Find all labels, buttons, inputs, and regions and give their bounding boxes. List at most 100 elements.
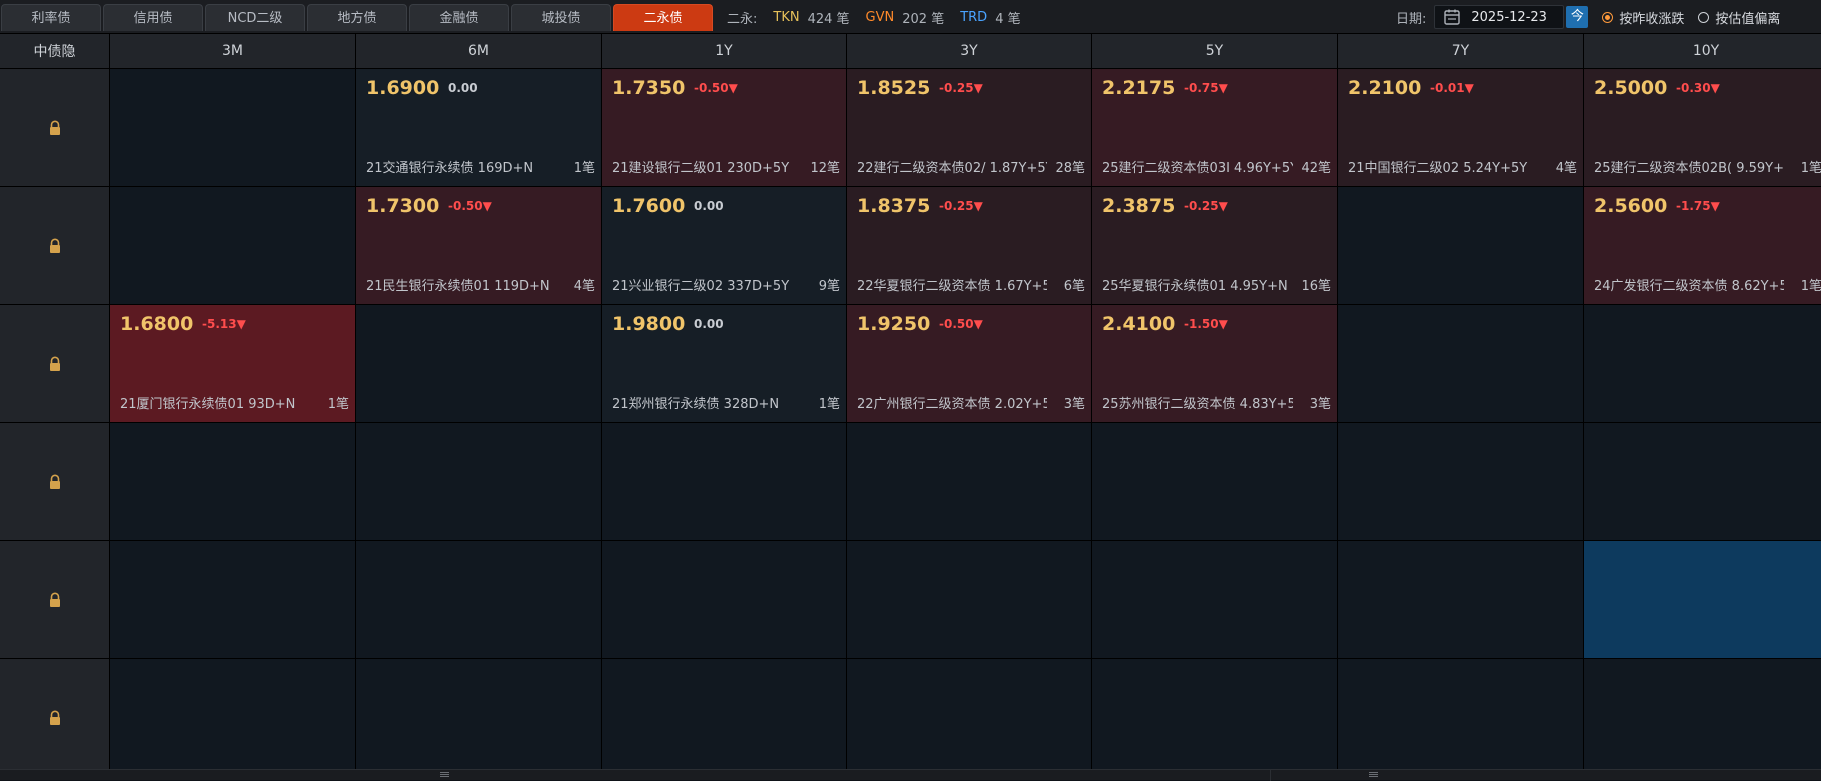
lock-icon[interactable] <box>48 356 62 372</box>
radio-valuation-deviation[interactable]: 按估值偏离 <box>1698 8 1780 27</box>
quote-cell[interactable]: 2.2175 -0.75▼ 25建行二级资本债03I 4.96Y+5Y 42笔 <box>1092 69 1337 186</box>
quote-cell[interactable] <box>847 659 1091 776</box>
quote-cell[interactable]: 2.4100 -1.50▼ 25苏州银行二级资本债 4.83Y+5Y 3笔 <box>1092 305 1337 422</box>
lock-icon[interactable] <box>48 710 62 726</box>
quote-cell[interactable]: 2.5600 -1.75▼ 24广发银行二级资本债 8.62Y+5Y 1笔 <box>1584 187 1821 304</box>
quote-cell[interactable] <box>356 423 601 540</box>
tab-ncd-secondary[interactable]: NCD二级 <box>205 4 305 31</box>
row-lock-cell[interactable] <box>0 659 109 776</box>
quote-cell[interactable]: 1.8375 -0.25▼ 22华夏银行二级资本债 1.67Y+5Y 6笔 <box>847 187 1091 304</box>
quote-change: -0.25▼ <box>939 81 983 95</box>
quote-cell[interactable] <box>356 541 601 658</box>
trade-count: 3笔 <box>1063 397 1085 412</box>
quote-cell[interactable] <box>1584 659 1821 776</box>
lock-icon[interactable] <box>48 592 62 608</box>
quote-cell[interactable]: 1.9800 0.00 21郑州银行永续债 328D+N 1笔 <box>602 305 846 422</box>
quote-price: 2.5600 <box>1594 195 1668 217</box>
gvn-code: GVN <box>865 9 895 25</box>
tab-credit-bonds[interactable]: 信用债 <box>103 4 203 31</box>
quote-cell[interactable]: 1.6900 0.00 21交通银行永续债 169D+N 1笔 <box>356 69 601 186</box>
quote-cell[interactable]: 1.8525 -0.25▼ 22建行二级资本债02/ 1.87Y+5Y 28笔 <box>847 69 1091 186</box>
tenor-header-10y: 10Y <box>1584 34 1821 68</box>
tab-lgfv-bonds[interactable]: 城投债 <box>511 4 611 31</box>
quote-cell[interactable] <box>110 659 355 776</box>
tab-rates-bonds[interactable]: 利率债 <box>1 4 101 31</box>
quote-cell[interactable] <box>1092 659 1337 776</box>
trade-count: 42笔 <box>1301 161 1331 176</box>
trade-count: 4笔 <box>1555 161 1577 176</box>
row-lock-cell[interactable] <box>0 541 109 658</box>
quote-price: 1.7300 <box>366 195 440 217</box>
quote-cell[interactable]: 2.5000 -0.30▼ 25建行二级资本债02B( 9.59Y+5Y 1笔 <box>1584 69 1821 186</box>
quote-cell[interactable] <box>356 305 601 422</box>
bond-name: 25建行二级资本债02B( 9.59Y+5Y <box>1594 161 1784 176</box>
quote-price: 1.9250 <box>857 313 931 335</box>
quote-price: 2.4100 <box>1102 313 1176 335</box>
quote-price: 1.9800 <box>612 313 686 335</box>
radio-prev-close-change[interactable]: 按昨收涨跌 <box>1602 8 1684 27</box>
bond-name: 21交通银行永续债 169D+N <box>366 161 534 176</box>
bond-name: 22华夏银行二级资本债 1.67Y+5Y <box>857 279 1047 294</box>
row-lock-cell[interactable] <box>0 187 109 304</box>
bond-name: 21建设银行二级01 230D+5Y <box>612 161 790 176</box>
quote-cell[interactable] <box>1092 541 1337 658</box>
quote-cell[interactable] <box>110 541 355 658</box>
quote-cell[interactable] <box>1338 541 1583 658</box>
trade-count: 28笔 <box>1055 161 1085 176</box>
calendar-icon[interactable] <box>1443 8 1461 26</box>
lock-icon[interactable] <box>48 474 62 490</box>
today-button[interactable]: 今 <box>1566 6 1589 28</box>
quote-cell[interactable] <box>1584 541 1821 658</box>
quote-cell[interactable] <box>110 69 355 186</box>
bond-name: 25建行二级资本债03I 4.96Y+5Y <box>1102 161 1293 176</box>
quote-cell[interactable]: 1.7350 -0.50▼ 21建设银行二级01 230D+5Y 12笔 <box>602 69 846 186</box>
quote-change: 0.00 <box>694 199 724 213</box>
row-lock-cell[interactable] <box>0 69 109 186</box>
category-tabs: 利率债 信用债 NCD二级 地方债 金融债 城投债 二永债 <box>1 4 715 31</box>
trade-count: 16笔 <box>1301 279 1331 294</box>
quote-cell[interactable] <box>602 659 846 776</box>
quote-price: 1.8525 <box>857 77 931 99</box>
row-lock-cell[interactable] <box>0 423 109 540</box>
tenor-grid: 中债隐 3M 6M 1Y 3Y 5Y 7Y 10Y 1.6900 0.00 21交通… <box>0 34 1821 776</box>
quote-cell[interactable] <box>1338 423 1583 540</box>
date-picker[interactable]: 2025-12-23 <box>1434 5 1565 29</box>
quote-cell[interactable] <box>1338 187 1583 304</box>
counts-label: 二永: <box>727 11 758 27</box>
row-lock-cell[interactable] <box>0 305 109 422</box>
tab-local-gov-bonds[interactable]: 地方债 <box>307 4 407 31</box>
resize-grip-icon[interactable] <box>440 772 449 777</box>
tenor-header-6m: 6M <box>356 34 601 68</box>
quote-cell[interactable]: 1.7300 -0.50▼ 21民生银行永续债01 119D+N 4笔 <box>356 187 601 304</box>
quote-cell[interactable] <box>1092 423 1337 540</box>
quote-cell[interactable] <box>602 541 846 658</box>
quote-cell[interactable] <box>1338 659 1583 776</box>
resize-grip-icon[interactable] <box>1369 772 1378 777</box>
quote-price: 1.7600 <box>612 195 686 217</box>
quote-cell[interactable] <box>847 423 1091 540</box>
tab-tier2-perpetual[interactable]: 二永债 <box>613 4 713 31</box>
radio-checked-icon[interactable] <box>1602 11 1614 23</box>
tenor-header-5y: 5Y <box>1092 34 1337 68</box>
quote-cell[interactable]: 1.9250 -0.50▼ 22广州银行二级资本债 2.02Y+5Y 3笔 <box>847 305 1091 422</box>
quote-cell[interactable] <box>110 187 355 304</box>
tab-financial-bonds[interactable]: 金融债 <box>409 4 509 31</box>
quote-cell[interactable] <box>602 423 846 540</box>
bond-name: 22广州银行二级资本债 2.02Y+5Y <box>857 397 1047 412</box>
trade-count: 1笔 <box>1800 161 1821 176</box>
lock-icon[interactable] <box>48 238 62 254</box>
quote-cell[interactable] <box>1584 423 1821 540</box>
quote-cell[interactable] <box>847 541 1091 658</box>
radio-unchecked-icon[interactable] <box>1698 11 1710 23</box>
lock-icon[interactable] <box>48 120 62 136</box>
tenor-header-7y: 7Y <box>1338 34 1583 68</box>
quote-change: -0.75▼ <box>1184 81 1228 95</box>
quote-cell[interactable] <box>1338 305 1583 422</box>
quote-cell[interactable]: 2.3875 -0.25▼ 25华夏银行永续债01 4.95Y+N 16笔 <box>1092 187 1337 304</box>
quote-cell[interactable]: 1.6800 -5.13▼ 21厦门银行永续债01 93D+N 1笔 <box>110 305 355 422</box>
quote-cell[interactable]: 1.7600 0.00 21兴业银行二级02 337D+5Y 9笔 <box>602 187 846 304</box>
quote-cell[interactable] <box>356 659 601 776</box>
quote-cell[interactable] <box>110 423 355 540</box>
quote-cell[interactable]: 2.2100 -0.01▼ 21中国银行二级02 5.24Y+5Y 4笔 <box>1338 69 1583 186</box>
quote-cell[interactable] <box>1584 305 1821 422</box>
